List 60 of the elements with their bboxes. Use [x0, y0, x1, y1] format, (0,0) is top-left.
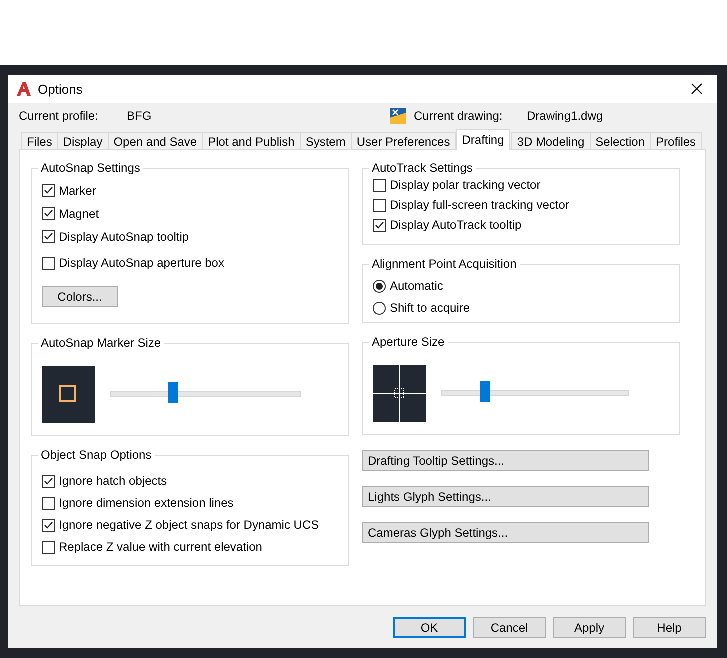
- slider-thumb[interactable]: [168, 382, 178, 403]
- checkbox[interactable]: [42, 518, 55, 532]
- radio-button[interactable]: [373, 280, 386, 292]
- radio-option[interactable]: Shift to acquire: [373, 297, 669, 319]
- drawing-icon: [389, 107, 407, 125]
- checkbox-option[interactable]: Marker: [42, 184, 96, 198]
- checkbox[interactable]: [42, 256, 55, 270]
- settings-button[interactable]: Lights Glyph Settings...: [362, 486, 649, 507]
- checkbox[interactable]: [42, 230, 55, 243]
- dialog-button[interactable]: Cancel: [473, 617, 546, 638]
- checkbox-option[interactable]: Display full-screen tracking vector: [373, 198, 570, 212]
- dialog-button[interactable]: Apply: [553, 617, 626, 638]
- checkbox-option[interactable]: Display AutoSnap aperture box: [42, 256, 224, 270]
- checkbox-option[interactable]: Ignore hatch objects: [42, 474, 168, 488]
- checkbox-option[interactable]: Ignore negative Z object snaps for Dynamic UCS: [42, 518, 320, 532]
- checkbox[interactable]: [42, 474, 55, 488]
- tab[interactable]: Profiles: [650, 132, 702, 150]
- radio-option[interactable]: Automatic: [373, 275, 669, 297]
- settings-button[interactable]: Cameras Glyph Settings...: [362, 522, 649, 543]
- group-title: Object Snap Options: [40, 448, 153, 462]
- group-title: AutoSnap Settings: [40, 161, 142, 175]
- checkbox-option[interactable]: Display AutoSnap tooltip: [42, 230, 190, 244]
- checkbox-option[interactable]: Magnet: [42, 206, 100, 220]
- tab[interactable]: System: [300, 132, 352, 150]
- profile-label: Current profile:: [19, 109, 100, 123]
- tab[interactable]: Files: [21, 132, 58, 150]
- marker-preview: [42, 366, 95, 422]
- drawing-value: Drawing1.dwg: [527, 109, 604, 123]
- tab[interactable]: Display: [57, 132, 109, 150]
- colors-button[interactable]: Colors...: [42, 286, 118, 307]
- tab[interactable]: User Preferences: [350, 132, 456, 150]
- checkbox-option[interactable]: Display AutoTrack tooltip: [373, 218, 522, 232]
- group-title: Aperture Size: [371, 335, 446, 349]
- window-title: Options: [38, 82, 84, 96]
- checkbox[interactable]: [373, 218, 386, 232]
- app-logo-icon: [16, 81, 32, 97]
- drawing-label: Current drawing:: [414, 109, 504, 123]
- checkbox[interactable]: [373, 178, 386, 192]
- checkbox[interactable]: [373, 198, 386, 212]
- aperture-preview: [373, 364, 426, 422]
- group-title: AutoSnap Marker Size: [40, 336, 162, 350]
- tab[interactable]: 3D Modeling: [511, 132, 591, 150]
- slider-thumb[interactable]: [480, 381, 490, 402]
- checkbox[interactable]: [42, 207, 55, 220]
- tab[interactable]: Open and Save: [108, 132, 204, 150]
- checkbox-option[interactable]: Display polar tracking vector: [373, 178, 541, 192]
- checkbox[interactable]: [42, 540, 55, 554]
- radio-button[interactable]: [373, 302, 386, 314]
- dialog-button[interactable]: Help: [633, 617, 706, 638]
- checkbox-option[interactable]: Ignore dimension extension lines: [42, 496, 234, 510]
- close-icon[interactable]: [691, 83, 703, 95]
- checkbox[interactable]: [42, 496, 55, 510]
- group-title: AutoTrack Settings: [371, 161, 474, 175]
- profile-value: BFG: [127, 109, 153, 123]
- group-title: Alignment Point Acquisition: [371, 257, 518, 271]
- tab[interactable]: Drafting: [456, 129, 510, 150]
- checkbox[interactable]: [42, 184, 55, 197]
- checkbox-option[interactable]: Replace Z value with current elevation: [42, 540, 262, 554]
- dialog-button[interactable]: OK: [393, 617, 466, 638]
- settings-button[interactable]: Drafting Tooltip Settings...: [362, 450, 649, 471]
